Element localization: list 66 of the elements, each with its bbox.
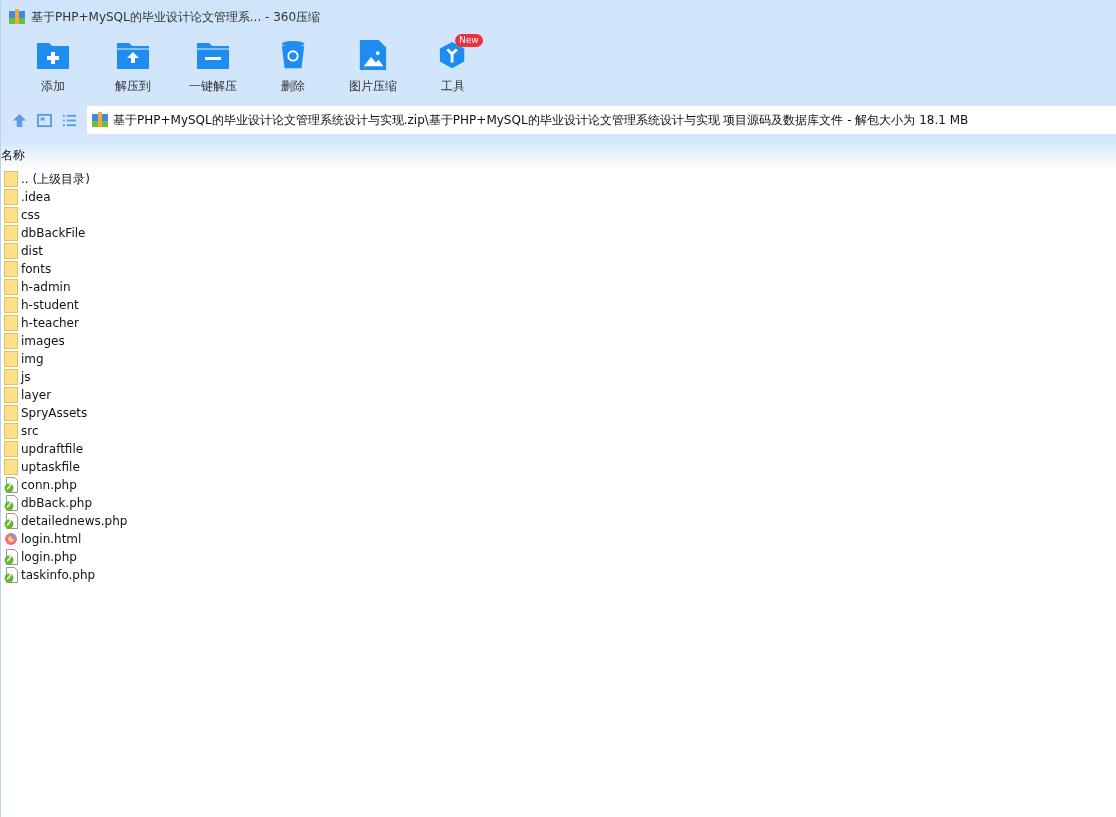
toolbar-button[interactable]: 图片压缩: [333, 34, 413, 100]
view-icon[interactable]: [37, 112, 52, 128]
php-file-icon: [4, 477, 18, 493]
file-name[interactable]: dbBackFile: [21, 226, 86, 240]
html-file-icon: [4, 531, 18, 547]
toolbar-button[interactable]: New 工具: [413, 34, 493, 100]
folder-icon: [4, 459, 18, 475]
toolbar-button[interactable]: 删除: [253, 34, 333, 100]
php-file-icon: [4, 567, 18, 583]
file-name[interactable]: js: [21, 370, 31, 384]
file-name[interactable]: css: [21, 208, 41, 222]
file-name[interactable]: layer: [21, 388, 52, 402]
folder-icon: [4, 279, 18, 295]
folder-icon: [4, 207, 18, 223]
file-name[interactable]: h-admin: [21, 280, 71, 294]
folder-icon: [4, 387, 18, 403]
folder-icon: [4, 369, 18, 385]
folder-icon: [4, 171, 18, 187]
file-name[interactable]: taskinfo.php: [21, 568, 96, 582]
file-name[interactable]: .. (上级目录): [21, 170, 90, 188]
folder-icon: [4, 261, 18, 277]
folder-icon: [4, 189, 18, 205]
file-name[interactable]: dbBack.php: [21, 496, 93, 510]
file-name[interactable]: src: [21, 424, 39, 438]
file-name[interactable]: img: [21, 352, 44, 366]
file-name[interactable]: detailednews.php: [21, 514, 128, 528]
folder-icon: [4, 423, 18, 439]
file-name[interactable]: dist: [21, 244, 43, 258]
folder-icon: [4, 225, 18, 241]
php-file-icon: [4, 549, 18, 565]
file-name[interactable]: updraftfile: [21, 442, 84, 456]
toolbar-button[interactable]: 添加: [13, 34, 93, 100]
folder-minus-icon: [197, 40, 229, 70]
image-file-icon: [357, 40, 389, 70]
folder-icon: [4, 405, 18, 421]
address-bar[interactable]: 基于PHP+MySQL的毕业设计论文管理系统设计与实现.zip\基于PHP+MySQL的毕业设计论文管理系统设计与实现 项目源码及数据库文件 - 解包大小为 18.1 MB: [87, 106, 1116, 134]
folder-icon: [4, 315, 18, 331]
file-name[interactable]: images: [21, 334, 65, 348]
file-name[interactable]: login.html: [21, 532, 82, 546]
up-arrow-icon[interactable]: [12, 112, 27, 128]
archive-icon: [92, 112, 108, 128]
folder-icon: [4, 333, 18, 349]
folder-plus-icon: [37, 40, 69, 70]
file-name[interactable]: uptaskfile: [21, 460, 80, 474]
folder-icon: [4, 441, 18, 457]
file-name[interactable]: h-teacher: [21, 316, 79, 330]
php-file-icon: [4, 495, 18, 511]
folder-icon: [4, 243, 18, 259]
new-badge: New: [455, 34, 483, 47]
file-name[interactable]: fonts: [21, 262, 52, 276]
file-name[interactable]: login.php: [21, 550, 77, 564]
folder-icon: [4, 351, 18, 367]
column-header[interactable]: 名称: [1, 146, 25, 164]
file-name[interactable]: conn.php: [21, 478, 77, 492]
file-name[interactable]: h-student: [21, 298, 79, 312]
php-file-icon: [4, 513, 18, 529]
file-name[interactable]: SpryAssets: [21, 406, 88, 420]
archive-icon: [9, 9, 25, 25]
window-title: 基于PHP+MySQL的毕业设计论文管理系... - 360压缩: [31, 8, 321, 26]
folder-icon: [4, 297, 18, 313]
toolbar-button[interactable]: 解压到: [93, 34, 173, 100]
folder-upload-icon: [117, 40, 149, 70]
toolbar-button[interactable]: 一键解压: [173, 34, 253, 100]
archive-path: 基于PHP+MySQL的毕业设计论文管理系统设计与实现.zip\基于PHP+MySQL的毕业设计论文管理系统设计与实现 项目源码及数据库文件 - 解包大小为 18.1 MB: [113, 111, 969, 129]
list-icon[interactable]: [62, 112, 77, 128]
file-name[interactable]: .idea: [21, 190, 51, 204]
